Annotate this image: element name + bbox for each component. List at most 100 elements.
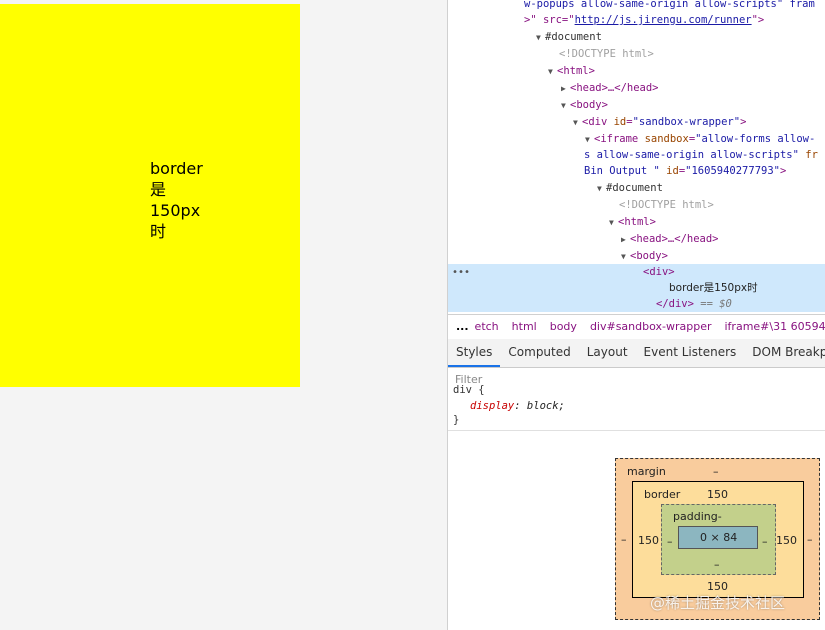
selected-node-highlight[interactable] bbox=[448, 264, 825, 312]
dom-node-document[interactable]: ▼ #document bbox=[536, 29, 602, 46]
dom-text-node[interactable]: border是150px时 bbox=[669, 280, 758, 297]
margin-left-value[interactable]: – bbox=[621, 533, 627, 546]
attr-value: s allow-same-origin allow-scripts" bbox=[584, 149, 799, 161]
padding-left-value[interactable]: – bbox=[667, 535, 673, 548]
css-colon: : bbox=[514, 400, 527, 412]
node-actions-icon[interactable]: ••• bbox=[452, 264, 470, 281]
style-rule: div { display: block; } bbox=[448, 384, 825, 431]
expand-triangle-icon[interactable]: ▼ bbox=[609, 214, 618, 231]
text-line: 是 bbox=[150, 180, 167, 199]
node-text: <html> bbox=[618, 216, 656, 228]
tab-computed[interactable]: Computed bbox=[500, 339, 578, 367]
breadcrumb-item[interactable]: iframe#\31 6059402 bbox=[725, 315, 825, 339]
expand-triangle-icon[interactable]: ▼ bbox=[536, 29, 545, 46]
content-size[interactable]: 0 × 84 bbox=[700, 531, 737, 544]
padding-label: padding- bbox=[673, 510, 722, 523]
dom-node-inner-body[interactable]: ▼ <body> bbox=[621, 248, 668, 265]
node-text: border是150px时 bbox=[669, 282, 758, 294]
attr-name: sandbox bbox=[644, 133, 689, 145]
dom-node-head[interactable]: ▶ <head>…</head> bbox=[561, 80, 659, 97]
dom-node-inner-head[interactable]: ▶ <head>…</head> bbox=[621, 231, 719, 248]
attr-value: Bin Output " bbox=[584, 165, 660, 177]
attr-name: id bbox=[659, 165, 679, 177]
attr-name: id bbox=[613, 116, 627, 128]
margin-top-value[interactable]: – bbox=[713, 465, 719, 478]
expand-triangle-icon[interactable]: ▼ bbox=[548, 63, 557, 80]
tab-styles[interactable]: Styles bbox=[448, 339, 501, 367]
border-right-value[interactable]: 150 bbox=[776, 534, 797, 547]
tab-layout[interactable]: Layout bbox=[579, 339, 636, 367]
devtools-panel: ••• w-popups allow-same-origin allow-scr… bbox=[447, 0, 825, 630]
yellow-bordered-div[interactable]: border 是 150px 时 bbox=[0, 4, 300, 387]
attr-value: "1605940277793" bbox=[685, 165, 780, 177]
breadcrumb-overflow[interactable]: ... bbox=[456, 315, 469, 339]
attr-value: w-popups allow-same-origin allow-scripts… bbox=[524, 0, 815, 10]
rule-selector: div { bbox=[453, 384, 485, 396]
dom-node-iframe[interactable]: ▼ <iframe sandbox="allow-forms allow- bbox=[585, 131, 815, 148]
rule-close: } bbox=[453, 414, 460, 426]
box-model-padding[interactable]: padding- – – – 0 × 84 bbox=[661, 504, 776, 575]
breadcrumb-item[interactable]: body bbox=[550, 315, 577, 339]
padding-right-value[interactable]: – bbox=[762, 535, 768, 548]
dom-node-html[interactable]: ▼ <html> bbox=[548, 63, 595, 80]
node-text: <body> bbox=[570, 99, 608, 111]
selected-marker: == $0 bbox=[693, 298, 732, 310]
breadcrumb-item[interactable]: etch bbox=[475, 315, 499, 339]
elements-tree[interactable]: ••• w-popups allow-same-origin allow-scr… bbox=[448, 0, 825, 314]
breadcrumb-item[interactable]: html bbox=[512, 315, 537, 339]
breadcrumb: ... etch html body div#sandbox-wrapper iframe… bbox=[448, 314, 825, 340]
text-line: 150px bbox=[150, 201, 201, 220]
node-text: <!DOCTYPE html> bbox=[619, 199, 714, 211]
expand-triangle-icon[interactable]: ▼ bbox=[585, 131, 594, 148]
dom-line[interactable]: >" src="http://js.jirengu.com/runner"> bbox=[524, 12, 764, 29]
node-text: </div> bbox=[656, 298, 694, 310]
expand-triangle-icon[interactable]: ▼ bbox=[561, 97, 570, 114]
page-preview: border 是 150px 时 bbox=[0, 0, 447, 630]
node-text: > bbox=[779, 165, 787, 177]
css-value[interactable]: block bbox=[527, 400, 559, 412]
margin-right-value[interactable]: – bbox=[807, 533, 813, 546]
node-text: #document bbox=[606, 182, 663, 194]
filter-input[interactable] bbox=[455, 369, 815, 390]
border-top-value[interactable]: 150 bbox=[707, 488, 728, 501]
tag-text: "> bbox=[751, 14, 765, 26]
box-model-border[interactable]: border 150 150 150 150 padding- – – – 0 … bbox=[632, 481, 804, 598]
node-text: <head>…</head> bbox=[630, 233, 719, 245]
border-label: border bbox=[644, 488, 681, 501]
dom-node-selected-div[interactable]: <div> bbox=[643, 264, 675, 281]
dom-node-doctype[interactable]: <!DOCTYPE html> bbox=[559, 46, 654, 63]
dom-node-body[interactable]: ▼ <body> bbox=[561, 97, 608, 114]
dom-node-inner-document[interactable]: ▼ #document bbox=[597, 180, 663, 197]
dom-node-sandbox-wrapper[interactable]: ▼ <div id="sandbox-wrapper"> bbox=[573, 114, 746, 131]
tag-text: >" src=" bbox=[524, 14, 575, 26]
expand-triangle-icon[interactable]: ▼ bbox=[621, 248, 630, 265]
node-text: #document bbox=[545, 31, 602, 43]
breadcrumb-item[interactable]: div#sandbox-wrapper bbox=[590, 315, 712, 339]
dom-line[interactable]: s allow-same-origin allow-scripts" fr bbox=[584, 147, 818, 164]
collapse-triangle-icon[interactable]: ▶ bbox=[561, 80, 570, 97]
tab-dom-breakpoints[interactable]: DOM Breakpoints bbox=[744, 339, 825, 367]
dom-node-selected-div-close[interactable]: </div> == $0 bbox=[656, 296, 732, 313]
src-link[interactable]: http://js.jirengu.com/runner bbox=[575, 14, 752, 26]
node-text: <html> bbox=[557, 65, 595, 77]
border-left-value[interactable]: 150 bbox=[638, 534, 659, 547]
tab-event-listeners[interactable]: Event Listeners bbox=[636, 339, 745, 367]
dom-line[interactable]: Bin Output " id="1605940277793"> bbox=[584, 163, 786, 180]
node-text: <div> bbox=[643, 266, 675, 278]
padding-bottom-value[interactable]: – bbox=[714, 558, 720, 571]
dom-node-inner-html[interactable]: ▼ <html> bbox=[609, 214, 656, 231]
attr-value: "allow-forms allow- bbox=[695, 133, 816, 145]
filter-bar bbox=[448, 368, 825, 391]
collapse-triangle-icon[interactable]: ▶ bbox=[621, 231, 630, 248]
style-declaration[interactable]: display: block; bbox=[470, 399, 565, 413]
dom-node-inner-doctype[interactable]: <!DOCTYPE html> bbox=[619, 197, 714, 214]
expand-triangle-icon[interactable]: ▼ bbox=[597, 180, 606, 197]
attr-value: "sandbox-wrapper" bbox=[632, 116, 741, 128]
box-model-content[interactable]: 0 × 84 bbox=[678, 526, 758, 549]
div-text: border 是 150px 时 bbox=[150, 158, 210, 242]
css-semicolon: ; bbox=[558, 400, 565, 412]
node-text: <iframe bbox=[594, 133, 645, 145]
css-property[interactable]: display bbox=[470, 400, 514, 412]
expand-triangle-icon[interactable]: ▼ bbox=[573, 114, 582, 131]
node-text: <body> bbox=[630, 250, 668, 262]
